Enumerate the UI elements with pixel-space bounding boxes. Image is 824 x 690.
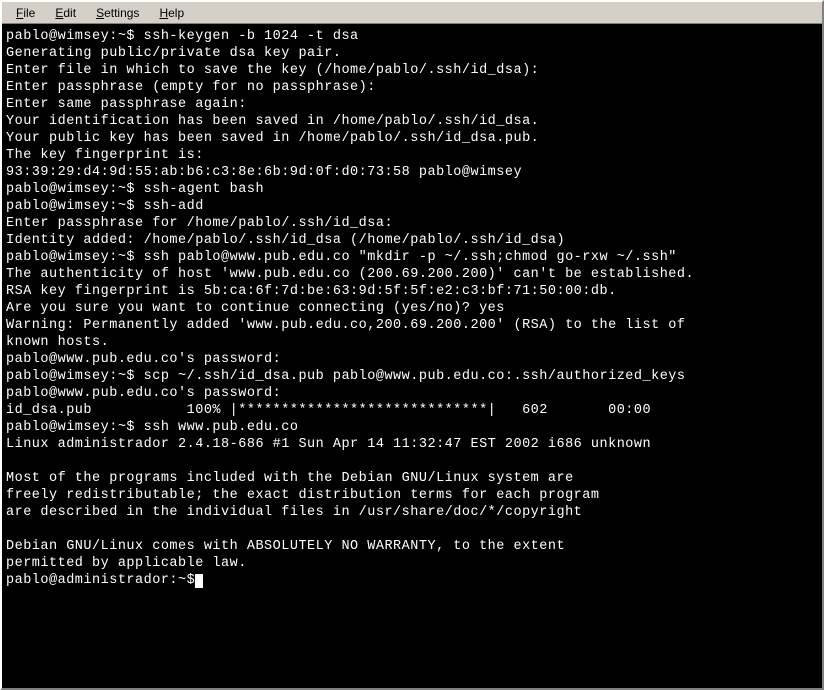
terminal-line: pablo@administrador:~$ [6,572,818,589]
terminal-line: The authenticity of host 'www.pub.edu.co… [6,266,818,283]
terminal-line: pablo@wimsey:~$ ssh www.pub.edu.co [6,419,818,436]
cursor [195,574,203,588]
terminal-line: pablo@wimsey:~$ ssh-agent bash [6,181,818,198]
terminal-line: Enter same passphrase again: [6,96,818,113]
terminal-line: permitted by applicable law. [6,555,818,572]
terminal-line: freely redistributable; the exact distri… [6,487,818,504]
terminal-line: Warning: Permanently added 'www.pub.edu.… [6,317,818,334]
terminal-line: The key fingerprint is: [6,147,818,164]
terminal-line: Most of the programs included with the D… [6,470,818,487]
terminal-line: Are you sure you want to continue connec… [6,300,818,317]
terminal-window: File Edit Settings Help pablo@wimsey:~$ … [0,0,824,690]
terminal-line [6,453,818,470]
terminal-line: Enter passphrase for /home/pablo/.ssh/id… [6,215,818,232]
menu-settings[interactable]: Settings [86,4,149,22]
menu-file[interactable]: File [6,4,45,22]
terminal-line: Debian GNU/Linux comes with ABSOLUTELY N… [6,538,818,555]
terminal-line: Generating public/private dsa key pair. [6,45,818,62]
terminal-line: Your public key has been saved in /home/… [6,130,818,147]
terminal-line: Enter file in which to save the key (/ho… [6,62,818,79]
terminal-line: Identity added: /home/pablo/.ssh/id_dsa … [6,232,818,249]
terminal-line: Enter passphrase (empty for no passphras… [6,79,818,96]
terminal-line: known hosts. [6,334,818,351]
terminal-line: pablo@wimsey:~$ scp ~/.ssh/id_dsa.pub pa… [6,368,818,385]
terminal-line: Your identification has been saved in /h… [6,113,818,130]
menu-edit[interactable]: Edit [45,4,86,22]
terminal-output[interactable]: pablo@wimsey:~$ ssh-keygen -b 1024 -t ds… [2,24,822,688]
terminal-line: pablo@www.pub.edu.co's password: [6,351,818,368]
terminal-line: pablo@wimsey:~$ ssh pablo@www.pub.edu.co… [6,249,818,266]
menu-help[interactable]: Help [149,4,194,22]
terminal-line: id_dsa.pub 100% |***********************… [6,402,818,419]
terminal-line: pablo@wimsey:~$ ssh-add [6,198,818,215]
terminal-line: 93:39:29:d4:9d:55:ab:b6:c3:8e:6b:9d:0f:d… [6,164,818,181]
terminal-line: pablo@wimsey:~$ ssh-keygen -b 1024 -t ds… [6,28,818,45]
menubar: File Edit Settings Help [2,2,822,24]
terminal-line: RSA key fingerprint is 5b:ca:6f:7d:be:63… [6,283,818,300]
terminal-line: are described in the individual files in… [6,504,818,521]
terminal-line: Linux administrador 2.4.18-686 #1 Sun Ap… [6,436,818,453]
terminal-line: pablo@www.pub.edu.co's password: [6,385,818,402]
terminal-line [6,521,818,538]
